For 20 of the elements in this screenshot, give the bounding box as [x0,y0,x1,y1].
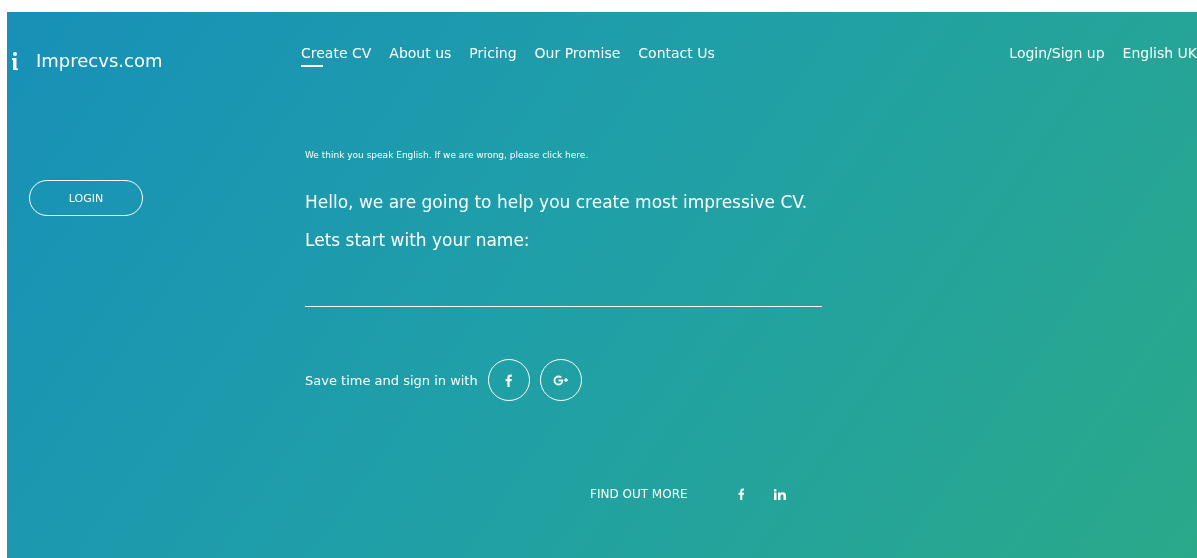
find-out-more-link[interactable]: FIND OUT MORE [590,487,688,501]
linkedin-icon [774,488,787,500]
social-link[interactable] [737,488,745,500]
facebook-icon [505,373,513,387]
header-link[interactable]: Login/Sign up [1009,45,1105,67]
nav-link[interactable]: Contact Us [638,45,715,67]
name-prompt: Lets start with your name: [305,230,531,250]
language-notice: We think you speak English. If we are wrong, please click here. [305,150,590,160]
social-link[interactable] [774,488,787,500]
google-plus-icon [552,374,569,386]
brand-name: Imprecvs.com [36,50,163,71]
nav-link[interactable]: Our Promise [534,45,621,67]
facebook-icon [737,488,745,500]
header-link[interactable]: English UK [1122,45,1197,67]
greeting-text: Hello, we are going to help you create most impressive CV. [305,192,809,212]
social-signin-label: Save time and sign in with [305,372,478,388]
nav-link[interactable]: About us [389,45,452,67]
logo-icon [12,51,18,70]
nav-link[interactable]: Pricing [469,45,517,67]
nav-link[interactable]: Create CV [301,45,372,67]
